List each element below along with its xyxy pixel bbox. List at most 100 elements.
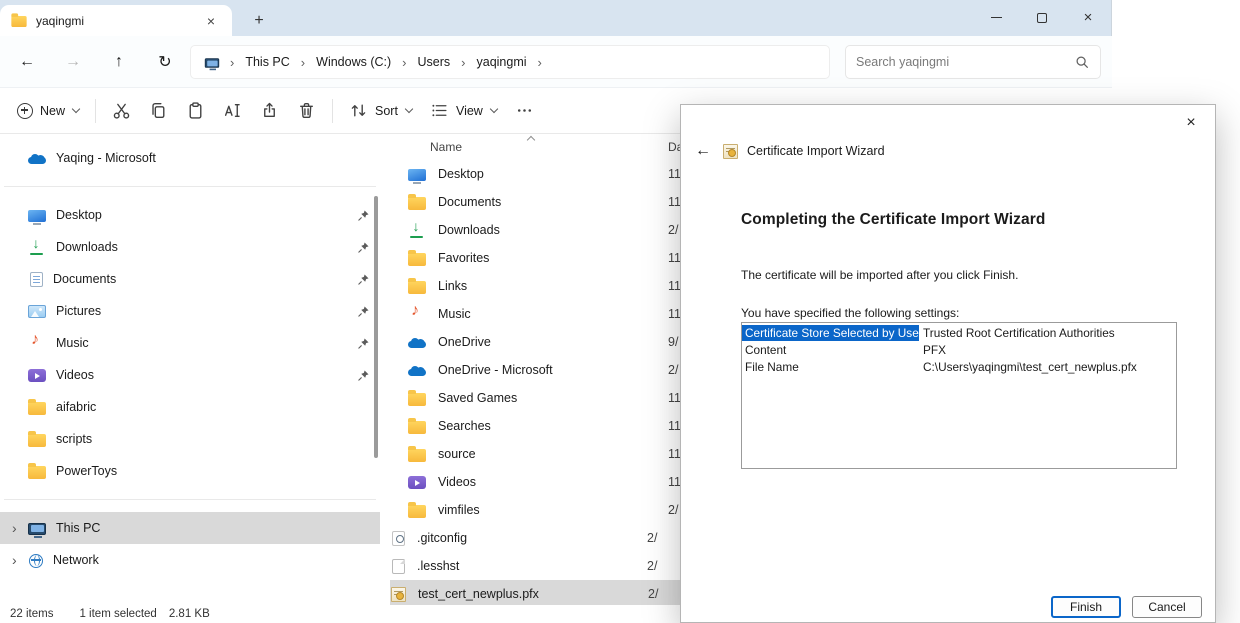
dialog-button-row: Finish Cancel: [1051, 596, 1202, 618]
wizard-back-icon[interactable]: ←: [695, 142, 711, 160]
maximize-icon: [1037, 13, 1047, 23]
chevron-down-icon: [490, 105, 498, 113]
tab-close-icon[interactable]: ×: [200, 10, 222, 32]
refresh-button[interactable]: ↻: [142, 45, 188, 79]
cancel-button[interactable]: Cancel: [1132, 596, 1202, 618]
breadcrumb-chevron-icon: ›: [461, 55, 465, 70]
sidebar-item-label: Pictures: [56, 304, 101, 318]
sidebar-item-downloads[interactable]: › Downloads: [0, 231, 380, 263]
sidebar-item-this-pc[interactable]: › This PC: [0, 512, 380, 544]
rename-button[interactable]: [214, 94, 251, 127]
setting-row-content[interactable]: Content PFX: [742, 341, 1176, 358]
doc-icon: [30, 272, 43, 287]
sidebar-scrollbar[interactable]: [374, 196, 378, 458]
file-name: Music: [438, 307, 654, 321]
cut-button[interactable]: [103, 94, 140, 127]
setting-value: Trusted Root Certification Authorities: [919, 325, 1119, 341]
sidebar-item-aifabric[interactable]: › aifabric: [0, 391, 380, 423]
breadcrumb-item-windows-c[interactable]: Windows (C:): [314, 53, 393, 71]
settings-listview[interactable]: Certificate Store Selected by User Trust…: [741, 322, 1177, 469]
maximize-button[interactable]: [1019, 0, 1065, 35]
more-options-button[interactable]: [506, 94, 543, 127]
breadcrumb-item-users[interactable]: Users: [416, 53, 453, 71]
file-name: Favorites: [438, 251, 654, 265]
file-name: Desktop: [438, 167, 654, 181]
breadcrumb-chevron-icon: ›: [301, 55, 305, 70]
new-tab-button[interactable]: +: [246, 8, 272, 34]
toolbar-divider: [95, 99, 96, 123]
up-button[interactable]: ↑: [96, 45, 142, 79]
wizard-header: ← Certificate Import Wizard: [695, 142, 885, 160]
setting-row-file-name[interactable]: File Name C:\Users\yaqingmi\test_cert_ne…: [742, 358, 1176, 375]
copy-button[interactable]: [140, 94, 177, 127]
sidebar-item-label: scripts: [56, 432, 92, 446]
sidebar-item-yaqing-microsoft[interactable]: › Yaqing - Microsoft: [0, 142, 380, 174]
finish-button[interactable]: Finish: [1051, 596, 1121, 618]
chevron-down-icon: [405, 105, 413, 113]
file-name: .gitconfig: [417, 531, 633, 545]
forward-button[interactable]: →: [50, 45, 96, 79]
view-button[interactable]: View: [421, 94, 506, 127]
monitor-dark-icon: [28, 523, 46, 535]
setting-key: File Name: [742, 359, 919, 375]
sort-arrows-icon: [349, 101, 368, 120]
breadcrumb[interactable]: › This PC›Windows (C:)›Users›yaqingmi›: [190, 45, 830, 79]
file-name: Downloads: [438, 223, 654, 237]
pin-icon: [357, 209, 370, 222]
file-name: source: [438, 447, 654, 461]
setting-row-certificate-store-selected-by-user[interactable]: Certificate Store Selected by User Trust…: [742, 324, 1176, 341]
sidebar-item-documents[interactable]: › Documents: [0, 263, 380, 295]
file-name: Saved Games: [438, 391, 654, 405]
folder-icon: [28, 466, 46, 479]
sidebar-item-scripts[interactable]: › scripts: [0, 423, 380, 455]
sidebar-item-network[interactable]: › Network: [0, 544, 380, 576]
sidebar-item-label: Network: [53, 553, 99, 567]
delete-button[interactable]: [288, 94, 325, 127]
breadcrumb-chevron-icon: ›: [538, 55, 542, 70]
gear-file-icon: [392, 531, 405, 546]
file-name: OneDrive - Microsoft: [438, 363, 654, 377]
sidebar-item-label: Yaqing - Microsoft: [56, 151, 156, 165]
sidebar-item-videos[interactable]: › Videos: [0, 359, 380, 391]
trash-icon: [297, 101, 316, 120]
plus-circle-icon: [17, 103, 33, 119]
sidebar-divider: [4, 186, 376, 187]
close-button[interactable]: ×: [1065, 0, 1111, 35]
file-name: vimfiles: [438, 503, 654, 517]
scissors-icon: [112, 101, 131, 120]
search-icon[interactable]: [1074, 54, 1090, 70]
sidebar-item-label: aifabric: [56, 400, 96, 414]
share-icon: [260, 101, 279, 120]
breadcrumb-chevron-icon: ›: [402, 55, 406, 70]
window-controls: ×: [973, 0, 1111, 35]
navigation-pane: › Yaqing - Microsoft › Desktop › Downloa…: [0, 134, 380, 605]
close-icon: ×: [1084, 9, 1093, 26]
sidebar-item-music[interactable]: › Music: [0, 327, 380, 359]
dialog-close-button[interactable]: ×: [1175, 111, 1207, 135]
search-box[interactable]: [845, 45, 1101, 79]
expander-chevron-icon[interactable]: ›: [12, 520, 28, 536]
column-header-name[interactable]: Name: [430, 140, 668, 154]
folder-icon: [408, 197, 426, 210]
new-button[interactable]: New: [8, 96, 88, 126]
folder-icon: [408, 253, 426, 266]
search-input[interactable]: [856, 55, 1074, 69]
paste-button[interactable]: [177, 94, 214, 127]
copy-icon: [149, 101, 168, 120]
breadcrumb-item-yaqingmi[interactable]: yaqingmi: [475, 53, 529, 71]
monitor-blue-icon: [408, 169, 426, 181]
back-button[interactable]: ←: [4, 45, 50, 79]
certificate-import-wizard-dialog: × ← Certificate Import Wizard Completing…: [680, 104, 1216, 623]
sidebar-item-pictures[interactable]: › Pictures: [0, 295, 380, 327]
chevron-down-icon: [72, 105, 80, 113]
expander-chevron-icon[interactable]: ›: [12, 552, 28, 568]
sidebar-item-desktop[interactable]: › Desktop: [0, 199, 380, 231]
share-button[interactable]: [251, 94, 288, 127]
selection-count: 1 item selected: [79, 608, 156, 620]
breadcrumb-item-this-pc[interactable]: This PC: [243, 53, 291, 71]
setting-key: Certificate Store Selected by User: [742, 325, 919, 341]
minimize-button[interactable]: [973, 0, 1019, 35]
explorer-tab[interactable]: yaqingmi ×: [0, 5, 232, 36]
sort-button[interactable]: Sort: [340, 94, 421, 127]
sidebar-item-powertoys[interactable]: › PowerToys: [0, 455, 380, 487]
